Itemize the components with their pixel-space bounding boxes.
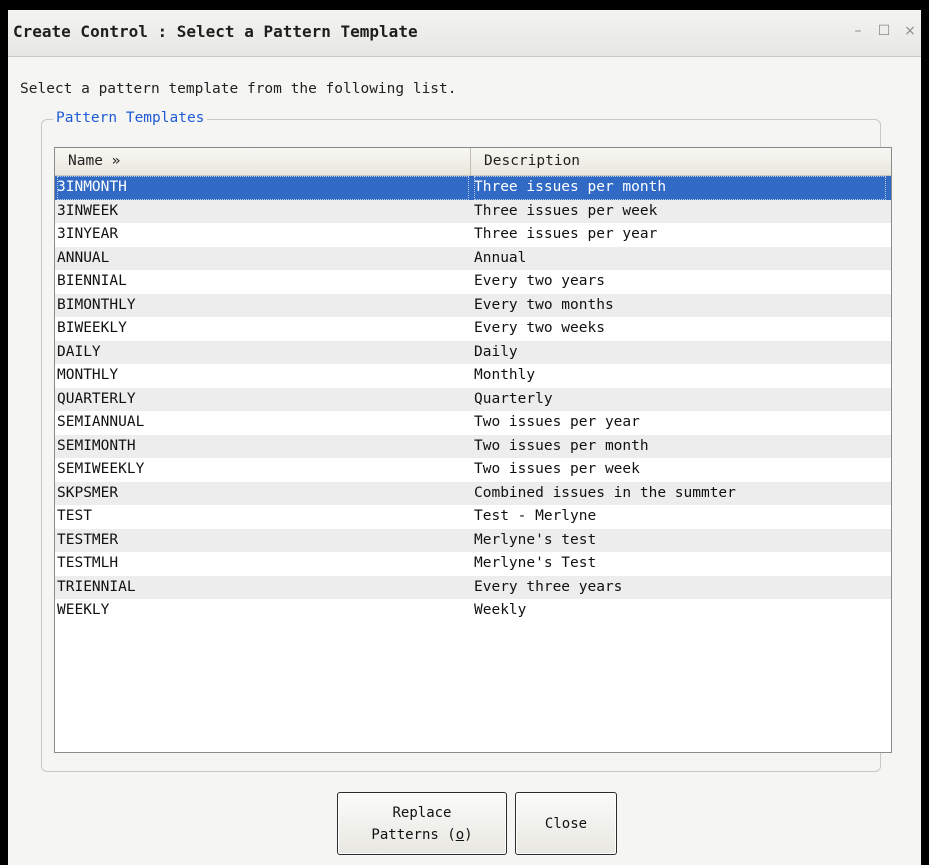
cell-description: Every two weeks (474, 320, 605, 336)
dialog-window: Create Control : Select a Pattern Templa… (8, 10, 921, 865)
column-header-name[interactable]: Name » (55, 148, 471, 175)
cell-name: SKPSMER (57, 484, 119, 501)
column-header-description[interactable]: Description (472, 148, 888, 175)
cell-description: Merlyne's test (474, 531, 597, 548)
table-row[interactable]: TESTMLH Merlyne's Test (55, 552, 891, 576)
cell-name: QUARTERLY (57, 390, 136, 407)
cell-name: TESTMER (57, 531, 119, 548)
maximize-icon[interactable]: ☐ (873, 20, 895, 42)
cell-description: Daily (474, 343, 518, 360)
table-row[interactable]: TEST Test - Merlyne (55, 505, 891, 529)
cell-description: Combined issues in the summter (474, 484, 736, 501)
replace-patterns-accelerator: o (455, 826, 465, 843)
grid-rows: 3INMONTH Three issues per month 3INWEEK Thr… (55, 176, 891, 623)
window-controls: – ☐ × (847, 20, 921, 44)
title-bar[interactable]: Create Control : Select a Pattern Templa… (8, 10, 921, 57)
cell-name: MONTHLY (57, 367, 119, 383)
cell-description: Merlyne's Test (474, 555, 597, 571)
cell-description: Weekly (474, 602, 527, 618)
minimize-icon[interactable]: – (847, 20, 869, 42)
cell-name: SEMIANNUAL (57, 414, 145, 430)
replace-patterns-label-line1: Replace (392, 804, 452, 821)
cell-description: Annual (474, 249, 527, 266)
table-row[interactable]: BIENNIAL Every two years (55, 270, 891, 294)
close-icon[interactable]: × (899, 20, 921, 42)
table-row[interactable]: TESTMER Merlyne's test (55, 528, 891, 552)
cell-description: Quarterly (474, 390, 553, 407)
table-row[interactable]: BIWEEKLY Every two weeks (55, 317, 891, 341)
cell-name: 3INYEAR (57, 226, 119, 242)
table-row[interactable]: TRIENNIAL Every three years (55, 575, 891, 599)
cell-description: Three issues per month (474, 176, 886, 200)
cell-name: TEST (57, 508, 92, 524)
table-row[interactable]: DAILY Daily (55, 340, 891, 364)
table-row[interactable]: SKPSMER Combined issues in the summter (55, 481, 891, 505)
cell-description: Two issues per year (474, 414, 640, 430)
cell-name: BIENNIAL (57, 273, 127, 289)
table-row[interactable]: SEMIMONTH Two issues per month (55, 434, 891, 458)
table-row[interactable]: QUARTERLY Quarterly (55, 387, 891, 411)
cell-name: 3INWEEK (57, 202, 119, 219)
grid-header: Name » Description (55, 148, 891, 176)
replace-patterns-button[interactable]: Replace Patterns (o) (337, 792, 507, 855)
cell-description: Two issues per month (474, 437, 649, 454)
cell-name: WEEKLY (57, 602, 110, 618)
cell-description: Monthly (474, 367, 536, 383)
table-row[interactable]: ANNUAL Annual (55, 246, 891, 270)
cell-description: Every two years (474, 273, 605, 289)
cell-description: Every three years (474, 578, 623, 595)
table-row[interactable]: 3INMONTH Three issues per month (55, 176, 891, 200)
window-title: Create Control : Select a Pattern Templa… (13, 22, 418, 41)
close-button[interactable]: Close (515, 792, 617, 855)
table-row[interactable]: MONTHLY Monthly (55, 364, 891, 388)
replace-patterns-label-line2: Patterns (o) (371, 824, 472, 846)
cell-description: Test - Merlyne (474, 508, 597, 524)
screen-frame: Create Control : Select a Pattern Templa… (0, 0, 929, 865)
pattern-templates-grid[interactable]: Name » Description 3INMONTH Three issues … (54, 147, 892, 753)
replace-patterns-label-suffix: ) (464, 826, 473, 843)
table-row[interactable]: WEEKLY Weekly (55, 599, 891, 623)
cell-description: Three issues per week (474, 202, 658, 219)
table-row[interactable]: BIMONTHLY Every two months (55, 293, 891, 317)
cell-name: 3INMONTH (57, 176, 469, 200)
instructions-text: Select a pattern template from the follo… (20, 81, 457, 97)
cell-name: ANNUAL (57, 249, 110, 266)
table-row[interactable]: 3INWEEK Three issues per week (55, 199, 891, 223)
group-legend: Pattern Templates (53, 110, 208, 126)
cell-name: TRIENNIAL (57, 578, 136, 595)
cell-name: TESTMLH (57, 555, 119, 571)
cell-description: Three issues per year (474, 226, 658, 242)
table-row[interactable]: 3INYEAR Three issues per year (55, 223, 891, 247)
table-row[interactable]: SEMIANNUAL Two issues per year (55, 411, 891, 435)
cell-description: Every two months (474, 296, 614, 313)
cell-name: DAILY (57, 343, 101, 360)
cell-name: SEMIWEEKLY (57, 461, 145, 477)
replace-patterns-label-prefix: Patterns ( (371, 826, 456, 843)
cell-name: BIWEEKLY (57, 320, 127, 336)
cell-name: BIMONTHLY (57, 296, 136, 313)
cell-name: SEMIMONTH (57, 437, 136, 454)
table-row[interactable]: SEMIWEEKLY Two issues per week (55, 458, 891, 482)
cell-description: Two issues per week (474, 461, 640, 477)
